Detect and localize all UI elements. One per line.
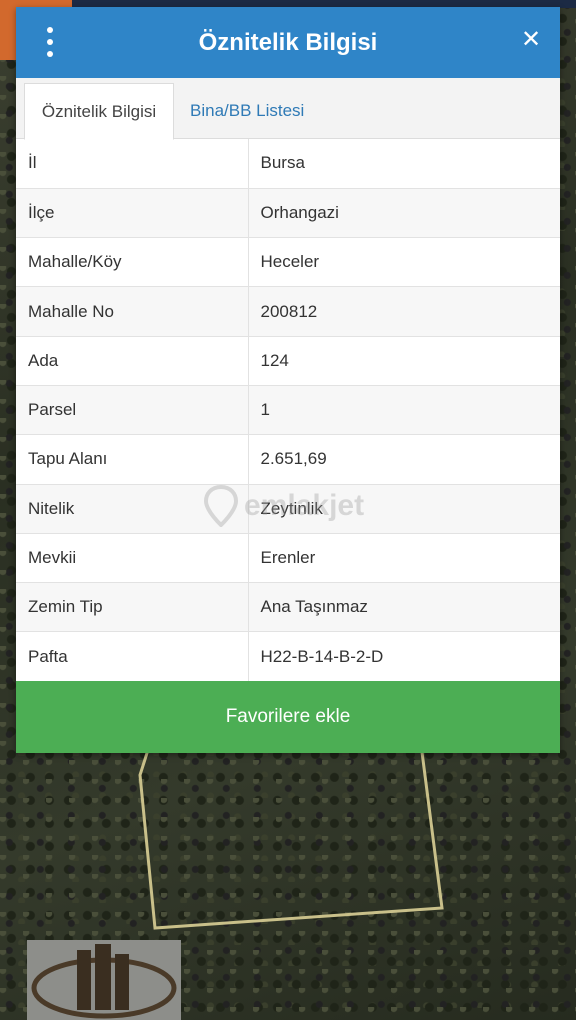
attribute-value: H22-B-14-B-2-D [248,631,560,682]
table-row: Mahalle/Köy Heceler [16,237,560,288]
dialog-header: Öznitelik Bilgisi ✕ [16,7,560,78]
attribute-value: 200812 [248,286,560,337]
attribute-key: Mevkii [16,533,249,584]
table-row: Zemin Tip Ana Taşınmaz [16,582,560,633]
close-button[interactable]: ✕ [520,26,542,53]
attribute-dialog: Öznitelik Bilgisi ✕ Öznitelik Bilgisi Bi… [16,7,560,753]
attribute-value: Zeytinlik [248,484,560,534]
attribute-key: İl [16,139,249,189]
table-row: Tapu Alanı 2.651,69 [16,434,560,485]
vertical-dots-icon-dot [47,51,53,57]
attribute-value: Bursa [248,139,560,189]
table-row: İl Bursa [16,139,560,189]
building-logo-icon [31,944,177,1019]
tab-attribute-info[interactable]: Öznitelik Bilgisi [24,83,174,140]
attribute-key: Mahalle No [16,286,249,337]
corner-logo [27,940,181,1020]
attribute-value: 124 [248,336,560,386]
table-row: Ada 124 [16,336,560,386]
close-icon: ✕ [520,26,542,53]
attribute-key: Parsel [16,385,249,436]
table-row: Nitelik Zeytinlik [16,484,560,534]
attribute-key: Zemin Tip [16,582,249,633]
attribute-key: İlçe [16,188,249,239]
tab-bar: Öznitelik Bilgisi Bina/BB Listesi [16,78,560,140]
attribute-key: Mahalle/Köy [16,237,249,288]
parcel-boundary [138,749,444,930]
table-row: Mevkii Erenler [16,533,560,584]
attribute-value: Erenler [248,533,560,584]
table-row: Pafta H22-B-14-B-2-D [16,631,560,682]
add-to-favorites-button[interactable]: Favorilere ekle [16,681,560,753]
attribute-value: Orhangazi [248,188,560,239]
attribute-value: 2.651,69 [248,434,560,485]
menu-button[interactable] [38,27,62,57]
tab-building-list[interactable]: Bina/BB Listesi [178,83,316,140]
attribute-value: Ana Taşınmaz [248,582,560,633]
table-row: Parsel 1 [16,385,560,436]
table-row: Mahalle No 200812 [16,286,560,337]
vertical-dots-icon [47,27,53,33]
attribute-key: Ada [16,336,249,386]
attribute-table: İl Bursa İlçe Orhangazi Mahalle/Köy Heceler… [16,139,560,682]
dialog-title: Öznitelik Bilgisi [198,28,378,56]
attribute-key: Pafta [16,631,249,682]
attribute-value: 1 [248,385,560,436]
vertical-dots-icon-dot [47,39,53,45]
attribute-value: Heceler [248,237,560,288]
table-row: İlçe Orhangazi [16,188,560,239]
attribute-key: Tapu Alanı [16,434,249,485]
attribute-key: Nitelik [16,484,249,534]
